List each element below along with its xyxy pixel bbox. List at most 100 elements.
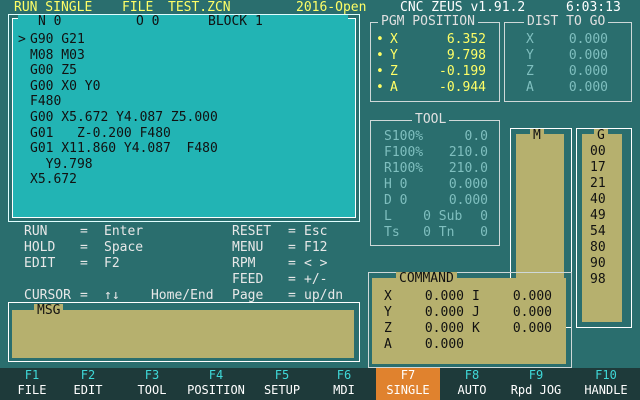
help-eq: =	[288, 240, 296, 255]
program-line[interactable]: G00 X0 Y0	[30, 79, 100, 95]
program-line[interactable]: F480	[30, 94, 61, 110]
f9-rapid-jog-button[interactable]: F9 Rpd JOG	[504, 368, 568, 400]
program-line[interactable]: G90 G21	[30, 32, 85, 48]
fkey-number: F3	[144, 368, 160, 382]
help-val: Enter	[104, 224, 144, 239]
help-val: Esc	[304, 224, 328, 239]
f1-file-button[interactable]: F1 FILE	[0, 368, 64, 400]
program-line[interactable]: G00 X5.672 Y4.087 Z5.000	[30, 110, 218, 126]
fkey-label: FILE	[17, 383, 47, 397]
dist-a-value: 0.000	[568, 80, 608, 95]
fkey-label: MDI	[333, 383, 355, 397]
g-code: 00	[590, 144, 606, 159]
f5-setup-button[interactable]: F5 SETUP	[250, 368, 314, 400]
axis-dot: •	[376, 48, 384, 63]
g-code: 21	[590, 176, 606, 191]
fkey-number: F1	[24, 368, 40, 382]
cmd-value: 0.000	[424, 337, 464, 352]
program-header: N 0 O 0 BLOCK 1	[18, 15, 348, 29]
dist-x-value: 0.000	[568, 32, 608, 47]
program-line[interactable]: G01 X11.860 Y4.087 F480	[30, 141, 218, 157]
tn-value: 0	[480, 225, 488, 240]
dist-axis-x: X	[526, 32, 534, 47]
help-eq: =	[288, 256, 296, 271]
n-label: N 0	[38, 14, 62, 29]
help-eq: =	[288, 272, 296, 287]
g-code: 40	[590, 192, 606, 207]
program-lines[interactable]: > G90 G21 M08 M03 G00 Z5 G00 X0 Y0 F480 …	[14, 32, 344, 212]
d-offset-label: D 0	[384, 193, 408, 208]
fkey-number: F2	[80, 368, 96, 382]
fkey-number: F8	[464, 368, 480, 382]
fkey-label: EDIT	[73, 383, 103, 397]
program-line[interactable]: Y9.798	[30, 157, 93, 173]
program-line[interactable]: G00 Z5	[30, 63, 77, 79]
help-key: MENU	[232, 240, 264, 255]
dist-to-go-title: DIST TO GO	[524, 15, 609, 29]
cmd-axis: Z	[384, 321, 392, 336]
cmd-value: 0.000	[512, 305, 552, 320]
msg-label: MSG	[34, 304, 64, 318]
f10-handle-button[interactable]: F10 HANDLE	[574, 368, 638, 400]
help-eq: =	[288, 224, 296, 239]
pgm-z-value: -0.199	[439, 64, 486, 79]
help-key: FEED	[232, 272, 264, 287]
spindle-value: 0.0	[464, 129, 488, 144]
h-offset-label: H 0	[384, 177, 408, 192]
cursor-indicator: >	[18, 32, 26, 47]
fkey-number: F9	[528, 368, 544, 382]
cmd-value: 0.000	[424, 305, 464, 320]
h-offset-value: 0.000	[448, 177, 488, 192]
fkey-number: F6	[336, 368, 352, 382]
help-val: F2	[104, 256, 120, 271]
g-code: 90	[590, 256, 606, 271]
pgm-position-title: PGM POSITION	[378, 15, 478, 29]
ts-tn-label: Ts 0 Tn	[384, 225, 455, 240]
cmd-value: 0.000	[512, 289, 552, 304]
feed-value: 210.0	[448, 145, 488, 160]
feed-override: F100%	[384, 145, 424, 160]
axis-label-a: A	[390, 80, 398, 95]
m-code-label: M	[530, 129, 544, 143]
cmd-axis: I	[472, 289, 480, 304]
program-line[interactable]: X5.672	[30, 172, 77, 188]
f3-tool-button[interactable]: F3 TOOL	[120, 368, 184, 400]
f6-mdi-button[interactable]: F6 MDI	[312, 368, 376, 400]
cmd-value: 0.000	[424, 289, 464, 304]
g-code: 54	[590, 224, 606, 239]
help-key: RPM	[232, 256, 256, 271]
f8-auto-button[interactable]: F8 AUTO	[440, 368, 504, 400]
fkey-label: POSITION	[187, 383, 245, 397]
help-key: EDIT	[24, 256, 56, 271]
help-key: HOLD	[24, 240, 56, 255]
f4-position-button[interactable]: F4 POSITION	[184, 368, 248, 400]
help-eq: =	[80, 256, 88, 271]
o-label: O 0	[136, 14, 160, 29]
f7-single-button[interactable]: F7 SINGLE	[376, 368, 440, 400]
axis-label-z: Z	[390, 64, 398, 79]
fkey-label: HANDLE	[584, 383, 628, 397]
axis-label-x: X	[390, 32, 398, 47]
l-sub-value: 0	[480, 209, 488, 224]
help-val: F12	[304, 240, 328, 255]
axis-dot: •	[376, 80, 384, 95]
fkey-label: SETUP	[263, 383, 301, 397]
program-line[interactable]: M08 M03	[30, 48, 85, 64]
f2-edit-button[interactable]: F2 EDIT	[56, 368, 120, 400]
help-val: +/-	[304, 272, 328, 287]
pgm-x-value: 6.352	[446, 32, 486, 47]
fkey-label: TOOL	[137, 383, 167, 397]
help-eq: =	[80, 224, 88, 239]
help-val: Space	[104, 240, 144, 255]
rapid-override: R100%	[384, 161, 424, 176]
dist-y-value: 0.000	[568, 48, 608, 63]
cmd-value: 0.000	[424, 321, 464, 336]
dist-axis-a: A	[526, 80, 534, 95]
dist-z-value: 0.000	[568, 64, 608, 79]
cmd-axis: A	[384, 337, 392, 352]
program-line[interactable]: G01 Z-0.200 F480	[30, 126, 171, 142]
help-key: RESET	[232, 224, 272, 239]
fkey-label: SINGLE	[386, 383, 430, 397]
rapid-value: 210.0	[448, 161, 488, 176]
dist-axis-z: Z	[526, 64, 534, 79]
